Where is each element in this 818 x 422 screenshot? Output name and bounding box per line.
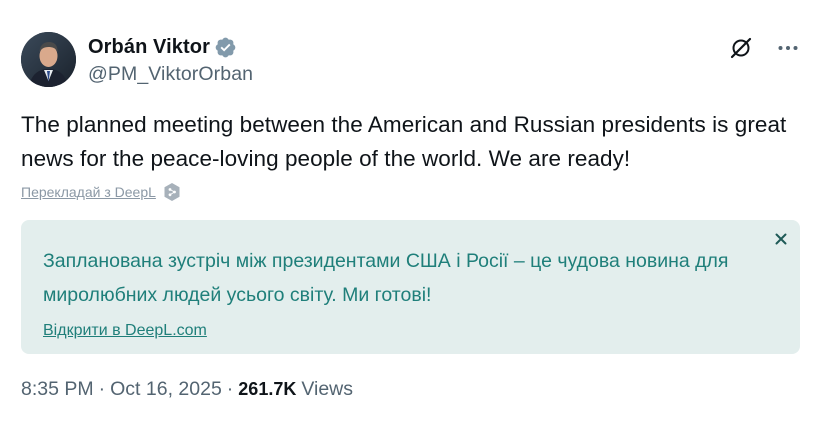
views-label: Views bbox=[301, 378, 354, 400]
tweet: Orbán Viktor @PM_ViktorOrban The planned… bbox=[0, 0, 818, 422]
meta-separator: · bbox=[98, 378, 106, 400]
views-count: 261.7K bbox=[238, 379, 297, 399]
tweet-date[interactable]: Oct 16, 2025 bbox=[110, 378, 222, 401]
author-info: Orbán Viktor @PM_ViktorOrban bbox=[88, 34, 253, 86]
tweet-text: The planned meeting between the American… bbox=[21, 112, 787, 171]
verified-badge-icon[interactable] bbox=[214, 36, 237, 59]
deepl-icon bbox=[163, 182, 181, 202]
close-icon[interactable] bbox=[774, 232, 788, 246]
meta-separator: · bbox=[226, 378, 234, 400]
translation-panel: Запланована зустріч між президентами США… bbox=[21, 220, 800, 354]
open-in-deepl-link[interactable]: Відкрити в DeepL.com bbox=[43, 322, 207, 340]
tweet-meta: 8:35 PM · Oct 16, 2025 · 261.7K Views bbox=[21, 378, 353, 401]
more-options-icon[interactable] bbox=[777, 37, 799, 59]
author-handle[interactable]: @PM_ViktorOrban bbox=[88, 63, 253, 86]
author-display-name[interactable]: Orbán Viktor bbox=[88, 36, 210, 59]
avatar[interactable] bbox=[21, 32, 76, 87]
tweet-header: Orbán Viktor @PM_ViktorOrban bbox=[21, 32, 801, 88]
grok-icon[interactable] bbox=[729, 36, 753, 60]
tweet-time[interactable]: 8:35 PM bbox=[21, 378, 94, 401]
tweet-actions bbox=[729, 36, 801, 60]
translate-with-deepl-link[interactable]: Перекладай з DeepL bbox=[21, 184, 156, 200]
translate-row: Перекладай з DeepL bbox=[21, 182, 181, 202]
translation-text: Запланована зустріч між президентами США… bbox=[43, 250, 729, 306]
